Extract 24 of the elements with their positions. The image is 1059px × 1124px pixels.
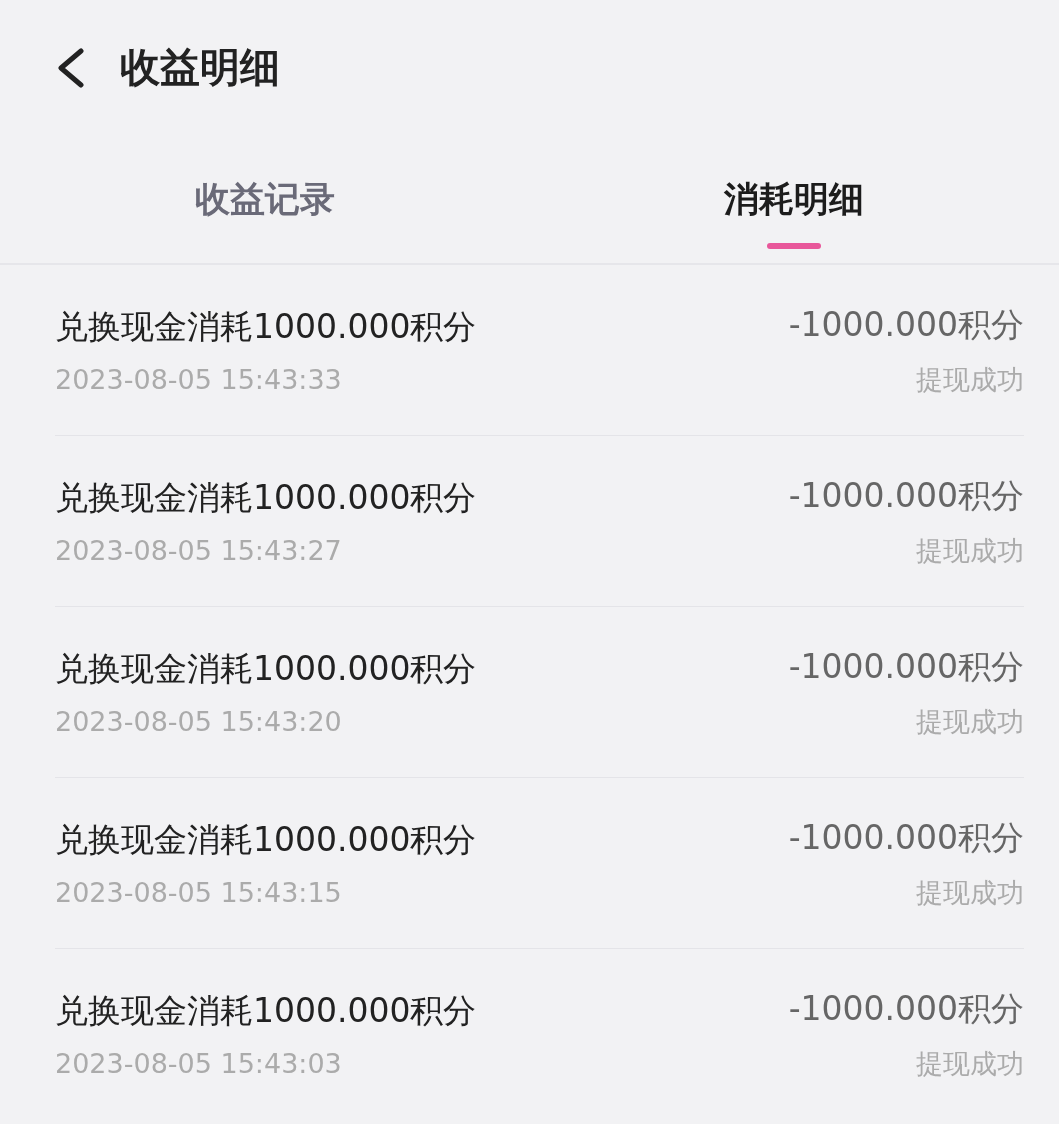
record-title: 兑换现金消耗1000.000积分 (55, 648, 477, 690)
record-title: 兑换现金消耗1000.000积分 (55, 990, 477, 1032)
record-title: 兑换现金消耗1000.000积分 (55, 819, 477, 861)
record-status: 提现成功 (916, 704, 1024, 739)
record-title: 兑换现金消耗1000.000积分 (55, 477, 477, 519)
record-amount: -1000.000积分 (788, 987, 1024, 1030)
record-time: 2023-08-05 15:43:15 (55, 877, 343, 908)
record-status: 提现成功 (916, 1046, 1024, 1081)
record-time: 2023-08-05 15:43:27 (55, 535, 343, 566)
tab[interactable]: 消耗明细 (529, 135, 1059, 263)
back-icon[interactable] (55, 47, 85, 88)
record-status: 提现成功 (916, 362, 1024, 397)
record-title: 兑换现金消耗1000.000积分 (55, 306, 477, 348)
record-amount: -1000.000积分 (788, 303, 1024, 346)
record-time: 2023-08-05 15:43:20 (55, 706, 343, 737)
tab[interactable]: 收益记录 (0, 135, 530, 263)
record-status: 提现成功 (916, 533, 1024, 568)
record-amount: -1000.000积分 (788, 645, 1024, 688)
record-time: 2023-08-05 15:43:03 (55, 1048, 343, 1079)
record-status: 提现成功 (916, 875, 1024, 910)
record-amount: -1000.000积分 (788, 474, 1024, 517)
page-title: 收益明细 (120, 43, 280, 92)
record-amount: -1000.000积分 (788, 816, 1024, 859)
record-time: 2023-08-05 15:43:33 (55, 364, 343, 395)
